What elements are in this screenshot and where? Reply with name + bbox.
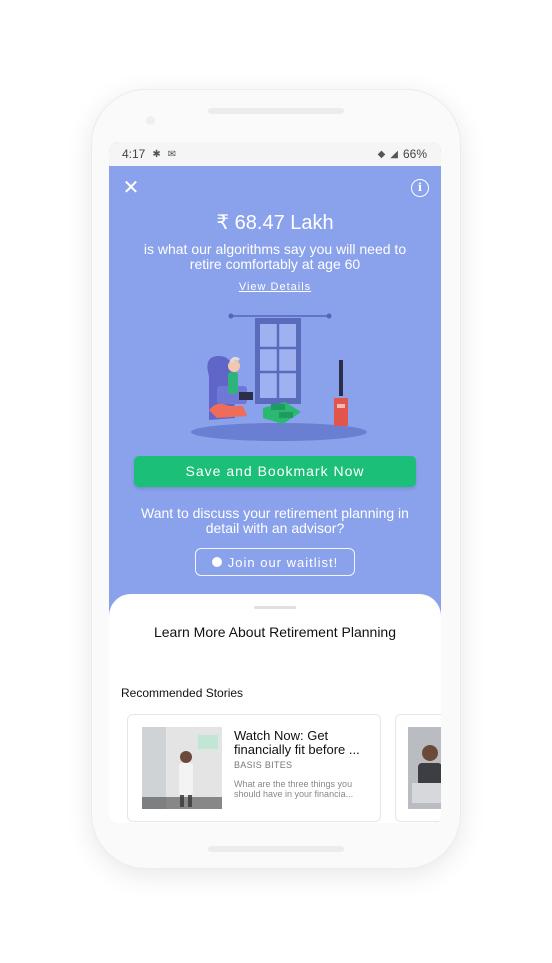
retirement-illustration [191,313,367,441]
story-description: What are the three things you should hav… [234,779,354,799]
person-head [228,360,240,372]
sheet-title: Learn More About Retirement Planning [153,624,397,640]
tv-stand [334,398,348,426]
story-title: Watch Now: Get financially fit before ..… [234,728,360,757]
rod-end-right [326,313,332,319]
join-waitlist-label: Join our waitlist! [227,554,339,570]
battery-level: 66% [402,147,427,161]
phone-speaker [208,108,344,114]
amount-subtitle: is what our algorithms say you will need… [143,241,407,272]
wifi-icon: ◆ [377,148,386,160]
signal-icon: ◢ [390,148,398,160]
app-screen: 4:17 ✱ ✉ ◆ ◢ 66% ✕ i ₹ 68.47 Lakh is wha… [109,142,441,823]
status-time: 4:17 [122,147,146,161]
retirement-amount: ₹ 68.47 Lakh [216,212,334,234]
bottom-sheet: Learn More About Retirement Planning Rec… [109,594,441,823]
laptop [239,392,253,400]
discuss-prompt: Want to discuss your retirement planning… [141,505,409,536]
tv [339,360,343,396]
story-card[interactable]: Watch Now: Get financially fit before ..… [127,714,381,822]
result-hero: ✕ i ₹ 68.47 Lakh is what our algorithms … [109,166,441,606]
phone-camera [146,116,155,125]
story-card[interactable] [395,714,441,822]
save-bookmark-button[interactable]: Save and Bookmark Now [134,456,416,487]
recommended-stories-heading: Recommended Stories [121,686,244,700]
story-thumbnail [142,727,222,809]
mail-icon: ✉ [167,148,177,160]
rod-end-left [228,313,234,319]
status-bar: 4:17 ✱ ✉ ◆ ◢ 66% [109,142,441,166]
phone-home-bar [208,846,344,852]
story-thumbnail [408,727,441,809]
close-icon[interactable]: ✕ [121,178,141,198]
info-icon[interactable]: i [411,179,429,197]
person-body [228,372,238,394]
story-source: BASIS BITES [234,760,293,770]
join-waitlist-button[interactable]: Join our waitlist! [195,548,355,576]
stopwatch-icon [211,557,222,567]
view-details-link[interactable]: View Details [109,281,441,293]
sheet-drag-handle[interactable] [254,606,296,609]
slack-icon: ✱ [152,148,161,160]
